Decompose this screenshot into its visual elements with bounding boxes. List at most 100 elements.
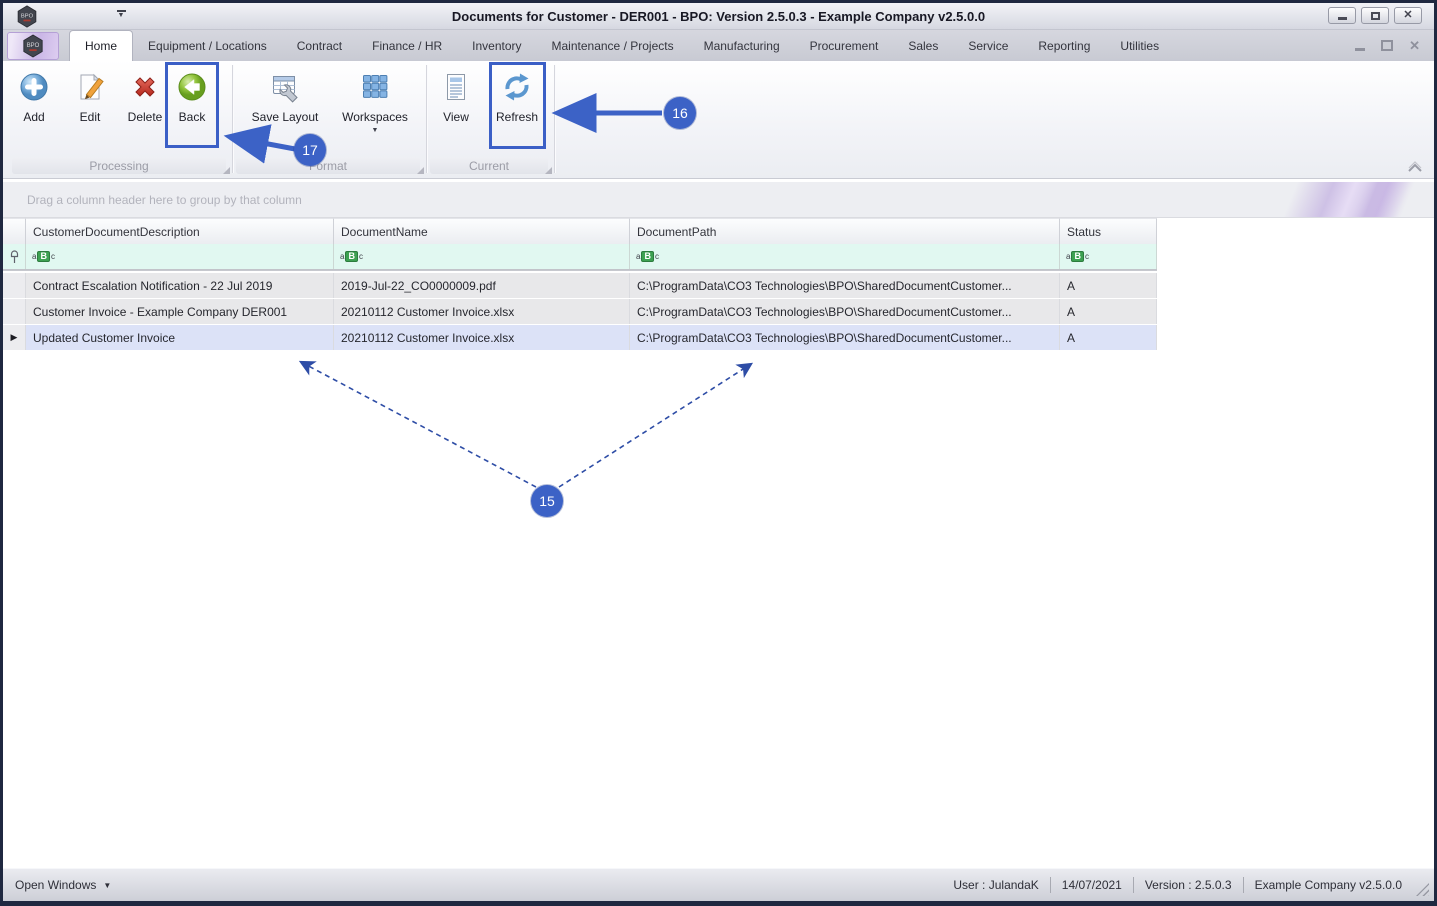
ribbon: Processing Format Current Add Edit Delet… [3, 61, 1434, 179]
window-frame: BPO ▼ Documents for Customer - DER001 - … [0, 0, 1437, 906]
status-date: 14/07/2021 [1061, 878, 1122, 892]
close-button[interactable]: ✕ [1394, 7, 1422, 24]
cell-description: Customer Invoice - Example Company DER00… [26, 299, 334, 324]
tab-inventory[interactable]: Inventory [457, 30, 536, 61]
grid-header-row: CustomerDocumentDescription DocumentName… [3, 218, 1157, 244]
status-bar: Open Windows ▼ User : JulandaK 14/07/202… [3, 868, 1434, 901]
maximize-icon [1370, 11, 1380, 20]
edit-icon [74, 71, 106, 103]
tab-sales[interactable]: Sales [893, 30, 953, 61]
group-caption-format: Format [236, 157, 420, 174]
dialog-launcher-icon [417, 167, 424, 174]
refresh-button-label: Refresh [495, 110, 539, 124]
cell-description: Contract Escalation Notification - 22 Ju… [26, 273, 334, 298]
row-indicator-cell: ▶ [3, 325, 26, 350]
mdi-minimize-button[interactable] [1355, 41, 1366, 51]
tab-home[interactable]: Home [69, 30, 134, 61]
table-row[interactable]: Contract Escalation Notification - 22 Ju… [3, 273, 1157, 299]
pin-icon [10, 249, 18, 263]
header-document-name[interactable]: DocumentName [334, 218, 630, 244]
current-row-arrow-icon: ▶ [10, 332, 18, 342]
close-icon: ✕ [1403, 9, 1413, 21]
app-logo-icon: BPO [23, 34, 43, 58]
table-row[interactable]: Customer Invoice - Example Company DER00… [3, 299, 1157, 325]
tab-utilities[interactable]: Utilities [1105, 30, 1174, 61]
application-menu-button[interactable]: BPO [7, 32, 59, 60]
cell-document-path: C:\ProgramData\CO3 Technologies\BPO\Shar… [630, 325, 1060, 350]
minimize-button[interactable] [1328, 7, 1356, 24]
app-logo-icon: BPO [15, 5, 39, 33]
group-caption-label: Current [468, 158, 509, 173]
dialog-launcher-icon [223, 167, 230, 174]
group-separator [554, 65, 555, 173]
dialog-launcher-icon [545, 167, 552, 174]
edit-button[interactable]: Edit [62, 65, 118, 157]
tab-service[interactable]: Service [953, 30, 1023, 61]
open-windows-button[interactable]: Open Windows ▼ [15, 878, 111, 892]
tab-procurement[interactable]: Procurement [795, 30, 894, 61]
tab-reporting[interactable]: Reporting [1023, 30, 1105, 61]
quick-access-dropdown-button[interactable]: ▼ [113, 10, 129, 24]
back-button[interactable]: Back [164, 65, 220, 157]
mdi-close-button[interactable]: ✕ [1409, 39, 1420, 52]
tab-contract[interactable]: Contract [282, 30, 357, 61]
add-button-label: Add [23, 110, 45, 124]
callout-16: 16 [664, 97, 696, 129]
view-button[interactable]: View [428, 65, 484, 157]
ribbon-collapse-button[interactable] [1406, 160, 1424, 174]
restore-icon [1381, 40, 1394, 51]
tab-equipment-locations[interactable]: Equipment / Locations [133, 30, 282, 61]
tab-finance-hr[interactable]: Finance / HR [357, 30, 457, 61]
group-by-hint: Drag a column header here to group by th… [27, 193, 302, 207]
refresh-button[interactable]: Refresh [489, 65, 545, 157]
filter-document-path[interactable]: aBc [630, 244, 1060, 269]
back-icon [176, 71, 208, 103]
header-status[interactable]: Status [1060, 218, 1157, 244]
header-customer-document-description[interactable]: CustomerDocumentDescription [26, 218, 334, 244]
tab-manufacturing[interactable]: Manufacturing [689, 30, 795, 61]
save-layout-icon [269, 71, 301, 103]
row-indicator-cell [3, 299, 26, 324]
maximize-button[interactable] [1361, 7, 1389, 24]
filter-document-name[interactable]: aBc [334, 244, 630, 269]
filter-status[interactable]: aBc [1060, 244, 1157, 269]
workspaces-icon [359, 71, 391, 103]
header-document-path[interactable]: DocumentPath [630, 218, 1060, 244]
minimize-icon [1355, 47, 1366, 51]
svg-text:BPO: BPO [27, 43, 40, 49]
group-caption-current: Current [430, 157, 548, 174]
workspaces-button-label: Workspaces [342, 110, 408, 124]
refresh-icon [501, 71, 533, 103]
window-title: Documents for Customer - DER001 - BPO: V… [451, 9, 986, 24]
open-windows-label: Open Windows [15, 878, 97, 892]
chevron-down-icon: ▼ [117, 12, 125, 19]
abc-filter-icon: aBc [340, 251, 363, 262]
edit-button-label: Edit [79, 110, 101, 124]
cell-document-path: C:\ProgramData\CO3 Technologies\BPO\Shar… [630, 299, 1060, 324]
save-layout-button-label: Save Layout [251, 110, 319, 124]
decorative-swoosh [1264, 182, 1434, 217]
delete-button-label: Delete [127, 110, 163, 124]
content-area: Drag a column header here to group by th… [3, 179, 1434, 868]
grid-filter-row: aBc aBc aBc aBc [3, 244, 1157, 270]
chevron-up-icon [1408, 161, 1422, 172]
status-separator [1049, 877, 1051, 893]
table-row-selected[interactable]: ▶ Updated Customer Invoice 20210112 Cust… [3, 325, 1157, 351]
tab-maintenance-projects[interactable]: Maintenance / Projects [537, 30, 689, 61]
filter-customer-document-description[interactable]: aBc [26, 244, 334, 269]
header-indicator-cell [3, 218, 26, 244]
callout-17: 17 [294, 134, 326, 166]
cell-document-path: C:\ProgramData\CO3 Technologies\BPO\Shar… [630, 273, 1060, 298]
delete-icon [129, 71, 161, 103]
workspaces-button[interactable]: Workspaces ▼ [339, 65, 411, 157]
cell-status: A [1060, 273, 1157, 298]
resize-grip[interactable] [1416, 883, 1429, 896]
status-separator [1132, 877, 1134, 893]
ribbon-tab-bar: BPO Home Equipment / Locations Contract … [3, 30, 1434, 61]
cell-document-name: 2019-Jul-22_CO0000009.pdf [334, 273, 630, 298]
add-button[interactable]: Add [6, 65, 62, 157]
mdi-restore-button[interactable] [1381, 40, 1394, 51]
group-by-panel[interactable]: Drag a column header here to group by th… [3, 182, 1434, 218]
back-button-label: Back [178, 110, 206, 124]
abc-filter-icon: aBc [1066, 251, 1089, 262]
